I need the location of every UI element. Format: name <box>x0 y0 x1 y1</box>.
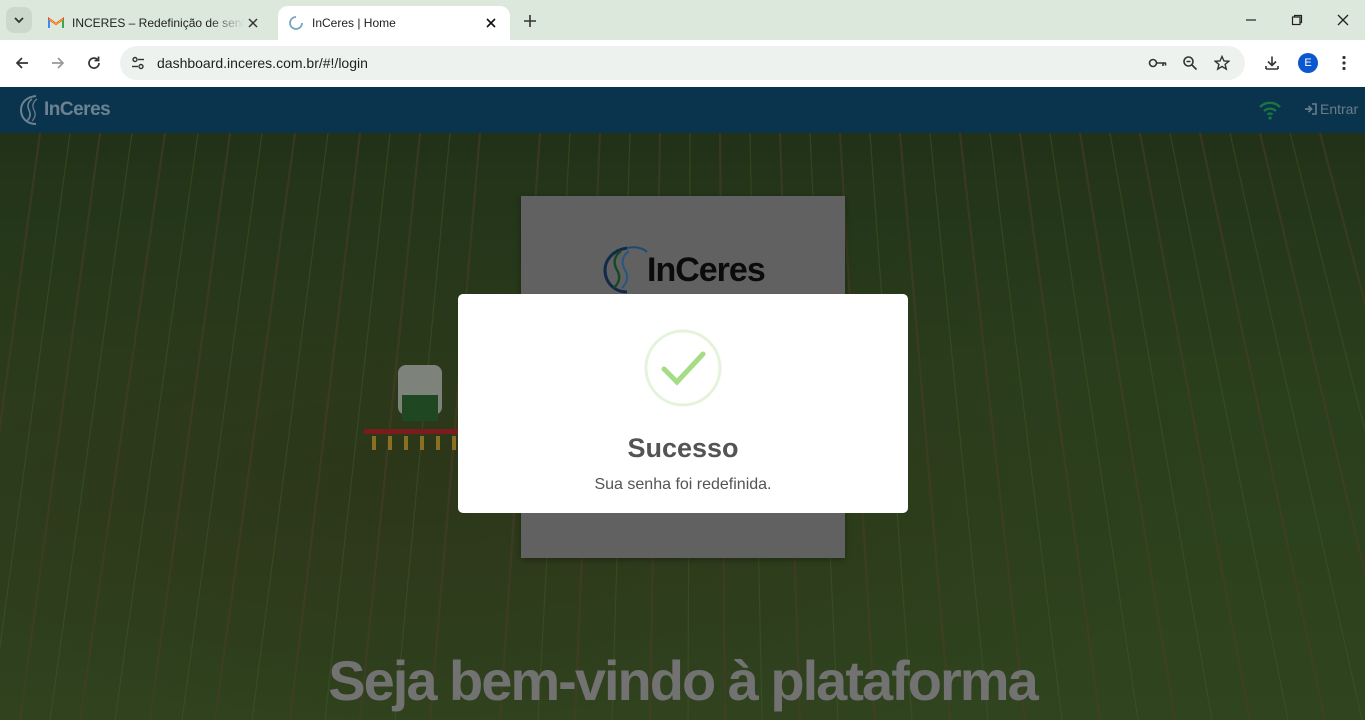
tab-strip: INCERES – Redefinição de senha InCeres |… <box>0 0 1365 40</box>
bookmark-star-icon[interactable] <box>1210 51 1234 75</box>
forward-button[interactable] <box>44 49 72 77</box>
address-bar[interactable]: dashboard.inceres.com.br/#!/login <box>120 46 1245 80</box>
profile-button[interactable]: E <box>1294 49 1322 77</box>
browser-toolbar: dashboard.inceres.com.br/#!/login E <box>0 40 1365 87</box>
reload-button[interactable] <box>80 49 108 77</box>
tab-gmail[interactable]: INCERES – Redefinição de senha <box>38 6 272 40</box>
close-icon <box>1337 14 1349 26</box>
arrow-right-icon <box>52 57 65 69</box>
url-text: dashboard.inceres.com.br/#!/login <box>157 55 368 71</box>
minimize-icon <box>1246 19 1256 21</box>
avatar: E <box>1298 53 1318 73</box>
minimize-button[interactable] <box>1228 0 1274 40</box>
loading-spinner-icon <box>288 15 304 31</box>
back-button[interactable] <box>8 49 36 77</box>
new-tab-button[interactable] <box>518 9 542 33</box>
tab-title: InCeres | Home <box>312 16 396 30</box>
reload-icon <box>88 56 100 69</box>
tab-title: INCERES – Redefinição de senha <box>72 16 244 30</box>
key-icon[interactable] <box>1146 51 1170 75</box>
kebab-menu-icon <box>1342 55 1346 71</box>
modal-message: Sua senha foi redefinida. <box>594 476 772 493</box>
app-viewport: InCeres Entrar InCeres Seja bem-vindo à … <box>0 87 1365 720</box>
zoom-icon[interactable] <box>1178 51 1202 75</box>
site-info-icon[interactable] <box>126 51 150 75</box>
close-window-button[interactable] <box>1320 0 1365 40</box>
restore-button[interactable] <box>1274 0 1320 40</box>
gmail-icon <box>48 15 64 31</box>
modal-title: Sucesso <box>627 433 739 463</box>
restore-icon <box>1291 14 1303 26</box>
chevron-down-icon <box>14 17 24 24</box>
close-icon[interactable] <box>482 14 500 32</box>
arrow-left-icon <box>15 57 28 69</box>
download-icon <box>1265 56 1279 70</box>
check-icon <box>644 329 722 407</box>
success-modal: Sucesso Sua senha foi redefinida. <box>458 294 908 513</box>
plus-icon <box>524 15 536 27</box>
close-icon[interactable] <box>244 14 262 32</box>
menu-button[interactable] <box>1330 49 1358 77</box>
tab-inceres-home[interactable]: InCeres | Home <box>278 6 510 40</box>
downloads-button[interactable] <box>1258 49 1286 77</box>
tab-search-button[interactable] <box>6 7 32 33</box>
